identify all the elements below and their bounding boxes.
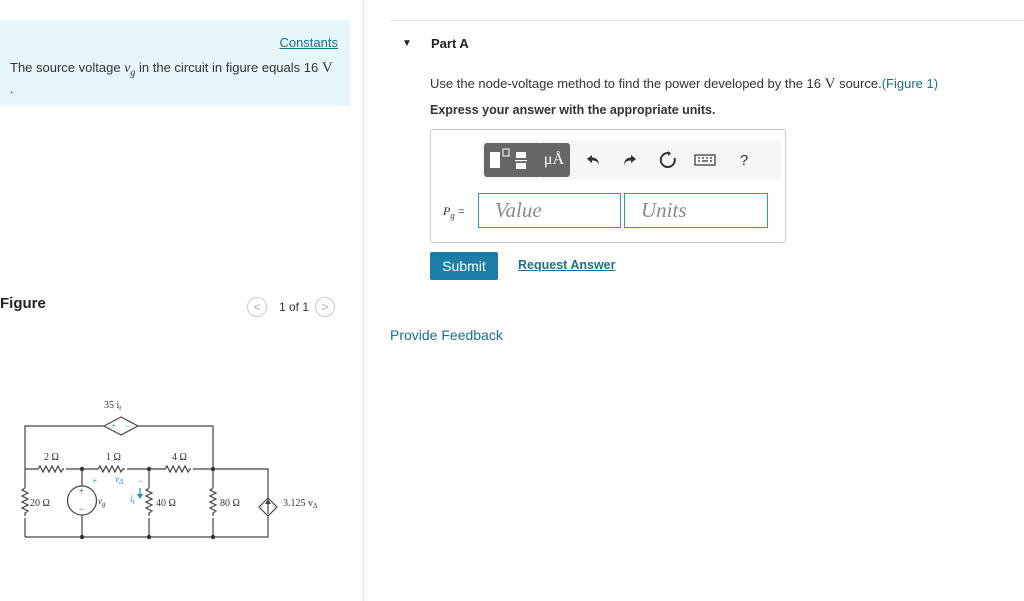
- keyboard-icon: [694, 154, 716, 166]
- problem-prefix: The source voltage: [10, 60, 125, 75]
- question-prefix: Use the node-voltage method to find the …: [430, 76, 825, 91]
- vg-plus: +: [79, 486, 84, 496]
- answer-box: μÅ ? Pg =: [430, 129, 786, 243]
- figure-link[interactable]: (Figure 1): [882, 76, 938, 91]
- math-toolbar: μÅ ?: [482, 140, 782, 180]
- r5-label: 40 Ω: [156, 498, 176, 509]
- units-input[interactable]: [624, 193, 768, 228]
- redo-icon: [624, 155, 636, 165]
- request-answer-link[interactable]: Request Answer: [518, 258, 615, 272]
- problem-unit: V: [321, 60, 333, 76]
- dep-source-plus: +: [111, 421, 116, 431]
- reset-icon: [659, 151, 676, 168]
- problem-trailing: .: [10, 82, 14, 96]
- express-instruction: Express your answer with the appropriate…: [430, 103, 716, 117]
- r3-label: 4 Ω: [172, 452, 187, 463]
- chevron-right-icon: >: [321, 300, 329, 314]
- constants-link[interactable]: Constants: [279, 35, 338, 50]
- redo-button[interactable]: [617, 148, 641, 172]
- it-label: it: [130, 494, 136, 506]
- units-button[interactable]: μÅ: [538, 143, 570, 177]
- reset-button[interactable]: [656, 148, 680, 172]
- r4-label: 20 Ω: [30, 498, 50, 509]
- r2-label: 1 Ω: [106, 452, 121, 463]
- submit-button[interactable]: Submit: [430, 252, 498, 280]
- problem-statement-box: Constants The source voltage vg in the c…: [0, 20, 350, 106]
- dep-source-label: 35 it: [104, 400, 122, 412]
- provide-feedback-link[interactable]: Provide Feedback: [390, 327, 503, 343]
- question-middle: source.: [835, 76, 882, 91]
- undo-button[interactable]: [582, 148, 606, 172]
- r1-label: 2 Ω: [44, 452, 59, 463]
- question-unit: V: [824, 76, 836, 92]
- figure-title: Figure: [0, 295, 46, 312]
- chevron-left-icon: <: [253, 300, 261, 314]
- figure-pager: < 1 of 1 >: [247, 296, 336, 318]
- prev-figure-button[interactable]: <: [247, 297, 267, 317]
- undo-icon: [587, 155, 599, 165]
- variable-label: Pg =: [443, 204, 465, 220]
- help-button[interactable]: ?: [732, 148, 756, 172]
- r6-label: 80 Ω: [220, 498, 240, 509]
- current-source-label: 3.125 vΔ: [283, 498, 318, 510]
- variable-equals: =: [454, 204, 465, 218]
- left-panel: Constants The source voltage vg in the c…: [0, 0, 364, 601]
- page-indicator: 1 of 1: [279, 300, 310, 314]
- part-title: Part A: [431, 36, 469, 51]
- dep-source-minus: −: [125, 421, 130, 431]
- keyboard-button[interactable]: [693, 148, 717, 172]
- vdelta-minus: −: [138, 476, 143, 486]
- vdelta-plus: +: [92, 476, 97, 486]
- part-divider: [390, 20, 1024, 21]
- vdelta-label: vΔ: [115, 474, 123, 486]
- problem-text: The source voltage vg in the circuit in …: [10, 60, 333, 79]
- question-text: Use the node-voltage method to find the …: [430, 76, 938, 93]
- vg-minus: −: [79, 504, 84, 514]
- vg-label: vg: [98, 496, 106, 508]
- next-figure-button[interactable]: >: [315, 297, 336, 317]
- problem-middle: in the circuit in figure equals 16: [135, 60, 322, 75]
- templates-icon: [490, 148, 527, 169]
- help-icon: ?: [739, 151, 749, 169]
- circuit-diagram: 35 it + − 2 Ω 1 Ω 4 Ω + vΔ − 20 Ω + − vg…: [20, 400, 318, 540]
- collapse-toggle-icon[interactable]: ▼: [402, 38, 412, 49]
- templates-button[interactable]: [484, 143, 542, 177]
- circuit-wires: [20, 416, 278, 538]
- value-input[interactable]: [478, 193, 621, 228]
